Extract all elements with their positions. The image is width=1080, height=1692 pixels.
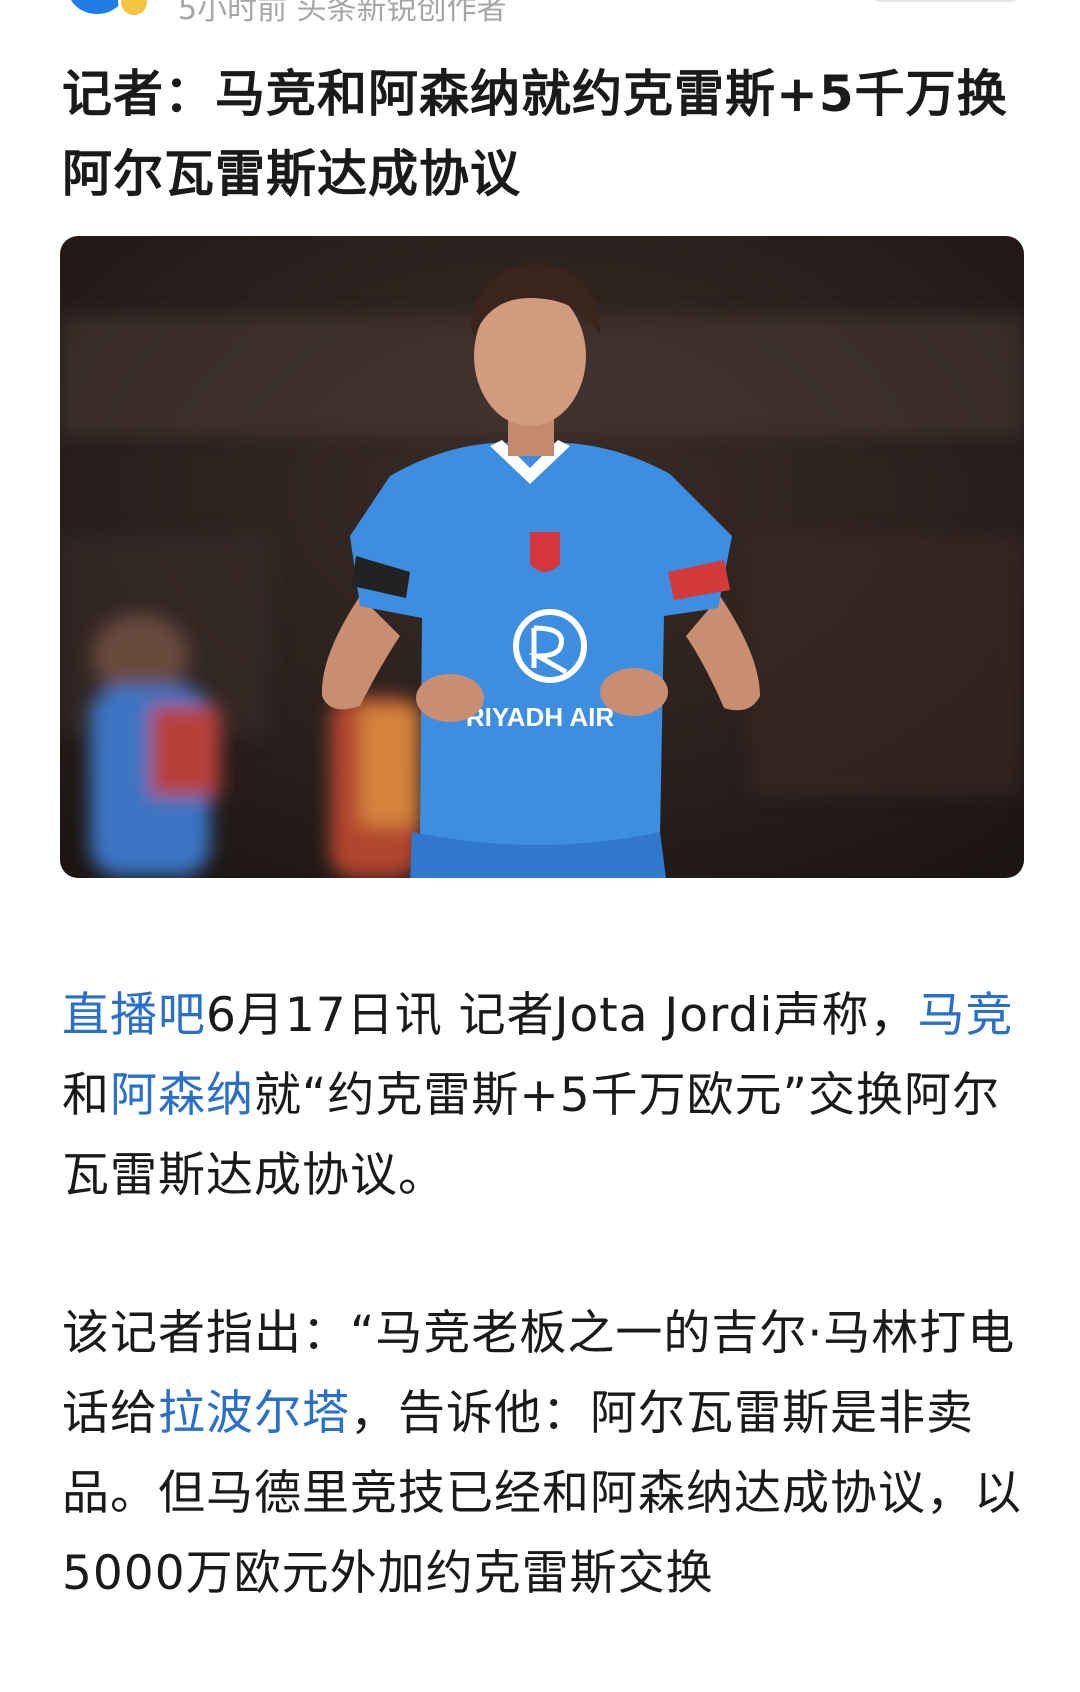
team-link-atletico[interactable]: 马竞 — [917, 988, 1013, 1043]
follow-button[interactable] — [876, 0, 1016, 2]
paragraph-2: 该记者指出：“马竞老板之一的吉尔·马林打电话给拉波尔塔，告诉他：阿尔瓦雷斯是非卖… — [62, 1306, 1022, 1601]
post-meta: 5小时前 头条新锐创作者 — [178, 0, 507, 22]
article-body: 直播吧6月17日讯 记者Jota Jordi声称，马竞和阿森纳就“约克雷斯+5千… — [62, 976, 1022, 1692]
post-time: 5小时前 — [178, 0, 288, 22]
sponsor-text: RIYADH AIR — [466, 702, 615, 732]
person-link-laporta[interactable]: 拉波尔塔 — [158, 1386, 350, 1441]
paragraph-1: 直播吧6月17日讯 记者Jota Jordi声称，马竞和阿森纳就“约克雷斯+5千… — [62, 988, 1014, 1203]
article-image[interactable]: RIYADH AIR — [60, 236, 1024, 878]
author-title: 头条新锐创作者 — [296, 0, 507, 22]
team-link-arsenal[interactable]: 阿森纳 — [110, 1068, 254, 1123]
author-bar: 5小时前 头条新锐创作者 — [0, 0, 1080, 22]
player-photo: RIYADH AIR — [60, 236, 1024, 878]
article-title: 记者：马竞和阿森纳就约克雷斯+5千万换阿尔瓦雷斯达成协议 — [62, 65, 1008, 203]
source-link[interactable]: 直播吧 — [62, 988, 206, 1043]
verified-badge-icon — [118, 0, 150, 18]
